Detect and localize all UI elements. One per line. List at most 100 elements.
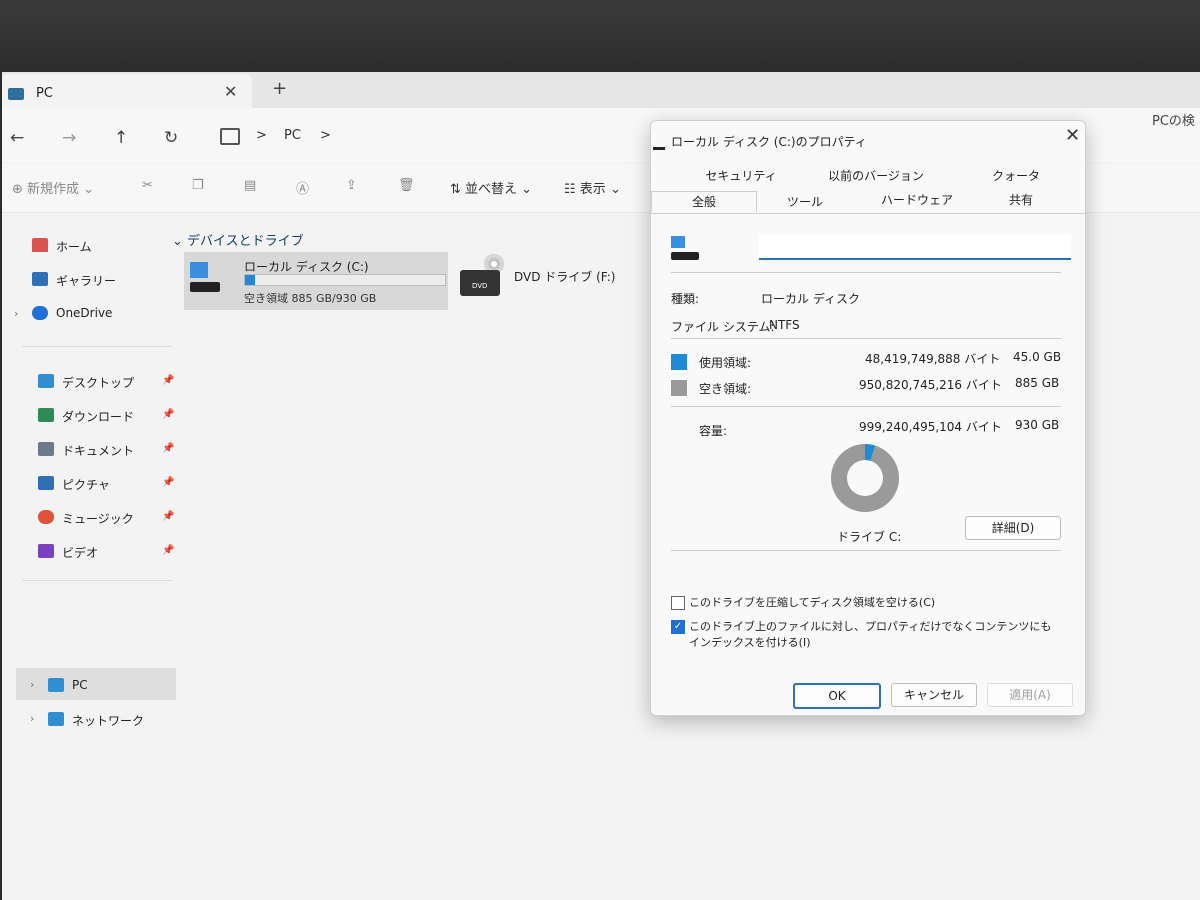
fs-label: ファイル システム:: [671, 320, 775, 334]
pin-icon[interactable]: 📌: [162, 545, 174, 556]
new-label: 新規作成: [27, 182, 80, 197]
capacity-gb: 930 GB: [1015, 418, 1060, 432]
video-icon: [38, 544, 54, 558]
free-label: 空き領域:: [699, 382, 752, 396]
drive-name-field[interactable]: [759, 234, 1071, 260]
apply-button[interactable]: 適用(A): [987, 683, 1073, 707]
compress-checkbox[interactable]: [671, 596, 685, 610]
copy-icon[interactable]: ❐: [192, 178, 204, 193]
sidebar-label: デスクトップ: [62, 376, 135, 390]
disk-icon: [671, 252, 699, 260]
sidebar-label: ホーム: [56, 240, 92, 254]
used-gb: 45.0 GB: [1013, 350, 1062, 364]
desktop-icon: [38, 374, 54, 388]
sort-label: 並べ替え: [465, 182, 518, 197]
tab-hardware[interactable]: ハードウェア: [867, 191, 967, 211]
address-pc-icon[interactable]: [220, 128, 240, 145]
cloud-icon: [32, 306, 48, 320]
tab-previous-versions[interactable]: 以前のバージョン: [811, 167, 941, 187]
breadcrumb-separator[interactable]: >: [256, 128, 267, 143]
sidebar-selection-highlight: [16, 668, 176, 700]
drive-letter-label: ドライブ C:: [837, 530, 902, 544]
tab-bar: PC ✕ +: [2, 72, 1200, 108]
gallery-icon: [32, 272, 48, 286]
sidebar-label: ビデオ: [62, 546, 99, 560]
capacity-bytes: 999,240,495,104 バイト: [859, 420, 1002, 434]
compress-label: このドライブを圧縮してディスク領域を空ける(C): [689, 596, 936, 609]
pin-icon[interactable]: 📌: [162, 477, 174, 488]
network-icon: [48, 712, 64, 726]
divider: [671, 338, 1061, 339]
pin-icon[interactable]: 📌: [162, 511, 174, 522]
type-label: 種類:: [671, 292, 700, 306]
drive-usage-fill: [245, 275, 255, 285]
group-header[interactable]: ⌄ デバイスとドライブ: [172, 230, 304, 249]
disk-icon: [190, 282, 220, 292]
cut-icon[interactable]: ✂: [142, 178, 153, 193]
pin-icon[interactable]: 📌: [162, 409, 174, 420]
paste-icon[interactable]: ▤: [244, 178, 256, 193]
divider: [671, 272, 1061, 273]
drive-c-tile[interactable]: ローカル ディスク (C:) 空き領域 885 GB/930 GB: [184, 252, 448, 310]
capacity-label: 容量:: [699, 424, 728, 438]
refresh-button[interactable]: ↻: [164, 128, 178, 148]
sidebar-label: ダウンロード: [62, 410, 135, 424]
new-tab-button[interactable]: +: [272, 78, 287, 99]
sort-button[interactable]: ⇅ 並べ替え ⌄: [450, 178, 532, 197]
cancel-button[interactable]: キャンセル: [891, 683, 977, 707]
drive-free-space: 空き領域 885 GB/930 GB: [244, 292, 377, 305]
free-space-swatch: [671, 380, 687, 396]
tab-close-icon[interactable]: ✕: [224, 82, 237, 101]
used-space-swatch: [671, 354, 687, 370]
tab-pc[interactable]: PC ✕: [2, 74, 252, 108]
type-value: ローカル ディスク: [761, 292, 860, 306]
used-bytes: 48,419,749,888 バイト: [865, 352, 1001, 366]
breadcrumb-pc[interactable]: PC: [284, 128, 301, 143]
search-box[interactable]: PCの検: [1152, 110, 1195, 129]
expand-chevron-icon[interactable]: ›: [14, 307, 18, 320]
back-button[interactable]: ←: [10, 128, 24, 148]
properties-dialog: ローカル ディスク (C:)のプロパティ ✕ セキュリティ 以前のバージョン ク…: [650, 120, 1086, 716]
tab-sharing[interactable]: 共有: [971, 191, 1071, 211]
expand-chevron-icon[interactable]: ›: [30, 678, 34, 691]
home-icon: [32, 238, 48, 252]
details-button[interactable]: 詳細(D): [965, 516, 1061, 540]
sidebar-label: PC: [72, 678, 88, 692]
divider: [671, 406, 1061, 407]
rename-icon[interactable]: Ⓐ: [296, 178, 309, 197]
tab-quota[interactable]: クォータ: [971, 167, 1061, 187]
sidebar-label: ドキュメント: [62, 444, 135, 458]
sidebar-label: OneDrive: [56, 306, 113, 320]
drive-f-name[interactable]: DVD ドライブ (F:): [514, 268, 616, 285]
share-icon[interactable]: ⇪: [346, 178, 357, 193]
tab-security[interactable]: セキュリティ: [691, 167, 791, 187]
windows-logo-icon: [190, 262, 208, 278]
windows-logo-icon: [671, 236, 685, 248]
forward-button[interactable]: →: [62, 128, 76, 148]
tab-tools[interactable]: ツール: [755, 193, 855, 213]
expand-chevron-icon[interactable]: ›: [30, 712, 34, 725]
drive-usage-bar: [244, 274, 446, 286]
view-label: 表示: [579, 182, 606, 197]
sidebar-label: ミュージック: [62, 512, 134, 526]
monitor-bezel: [0, 0, 1200, 72]
download-icon: [38, 408, 54, 422]
pin-icon[interactable]: 📌: [162, 443, 174, 454]
new-button[interactable]: ⊕ 新規作成 ⌄: [12, 178, 94, 197]
divider: [671, 550, 1061, 551]
delete-icon[interactable]: 🗑: [398, 178, 415, 193]
used-label: 使用領域:: [699, 356, 752, 370]
ok-button[interactable]: OK: [793, 683, 881, 709]
pin-icon[interactable]: 📌: [162, 375, 174, 386]
tab-general[interactable]: 全般: [651, 191, 757, 212]
breadcrumb-separator-2[interactable]: >: [320, 128, 331, 143]
general-tab-panel: 種類: ローカル ディスク ファイル システム: NTFS 使用領域: 48,4…: [651, 213, 1085, 674]
up-button[interactable]: ↑: [114, 128, 128, 148]
dvd-drive-icon[interactable]: DVD: [460, 254, 506, 300]
index-checkbox[interactable]: ✓: [671, 620, 685, 634]
view-button[interactable]: ☷ 表示 ⌄: [564, 178, 621, 197]
drive-name: ローカル ディスク (C:): [244, 260, 369, 274]
music-icon: [38, 510, 54, 524]
close-icon[interactable]: ✕: [1065, 125, 1080, 146]
sidebar-label: ネットワーク: [72, 714, 145, 728]
